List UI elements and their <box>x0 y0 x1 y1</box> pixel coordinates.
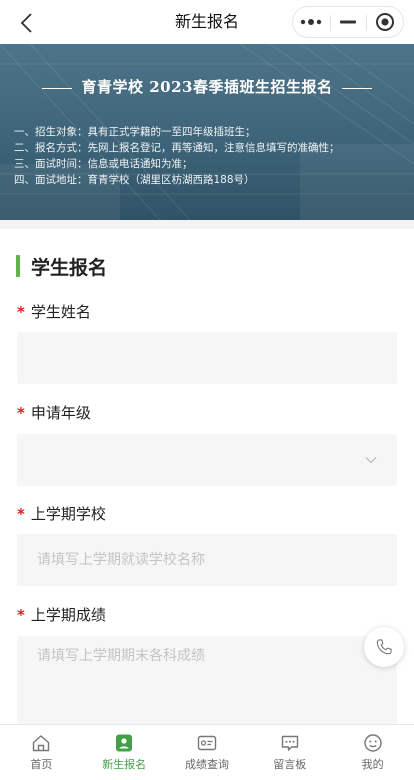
tab-label: 留言板 <box>273 758 307 771</box>
phone-icon <box>376 639 392 655</box>
more-button[interactable] <box>293 7 330 37</box>
required-mark: * <box>17 404 25 422</box>
banner-info-line: 三、面试时间：信息或电话通知为准； <box>14 158 193 170</box>
required-mark: * <box>17 606 25 624</box>
required-mark: * <box>17 303 25 321</box>
banner-title-text: 育青学校 2023春季插班生招生报名 <box>81 78 333 96</box>
section-header: 学生报名 <box>16 254 108 279</box>
tab-score-query[interactable]: 成绩查询 <box>166 725 249 780</box>
target-icon <box>375 13 394 31</box>
title-dash-left <box>41 87 72 89</box>
message-icon <box>281 735 298 751</box>
minimize-button[interactable] <box>329 7 367 37</box>
announcement-banner: 育青学校 2023春季插班生招生报名 一、招生对象：具有正式学籍的一至四年级插班… <box>0 44 414 220</box>
tab-label: 首页 <box>30 758 53 771</box>
enroll-icon <box>116 734 133 752</box>
section-accent-bar <box>16 255 20 277</box>
close-mini-program-button[interactable] <box>366 7 403 37</box>
student-name-label: * 学生姓名 <box>17 301 91 322</box>
tab-profile[interactable]: 我的 <box>331 725 414 780</box>
id-card-icon <box>197 735 217 751</box>
previous-school-label: * 上学期学校 <box>17 503 106 524</box>
section-divider <box>0 220 414 229</box>
banner-title: 育青学校 2023春季插班生招生报名 <box>0 76 414 97</box>
grade-select[interactable] <box>17 434 397 486</box>
home-icon <box>33 735 50 752</box>
tab-message-board[interactable]: 留言板 <box>248 725 331 780</box>
top-nav-bar: 新生报名 <box>0 0 414 44</box>
banner-info-line: 一、招生对象：具有正式学籍的一至四年级插班生； <box>14 126 256 138</box>
required-mark: * <box>17 505 25 523</box>
previous-school-input[interactable] <box>17 534 397 586</box>
tab-enroll[interactable]: 新生报名 <box>83 725 166 780</box>
section-title: 学生报名 <box>31 256 108 279</box>
tab-label: 成绩查询 <box>184 758 229 771</box>
tab-label: 新生报名 <box>102 758 147 771</box>
more-dots-icon <box>301 19 322 25</box>
previous-grades-label-text: 上学期成绩 <box>30 606 106 624</box>
student-name-input[interactable] <box>17 332 397 384</box>
mini-program-capsule <box>292 6 404 38</box>
call-button[interactable] <box>364 627 404 667</box>
tab-label: 我的 <box>361 758 384 771</box>
grade-label: * 申请年级 <box>17 402 91 423</box>
bottom-tab-bar: 首页 新生报名 成绩查询 留言板 我的 <box>0 724 414 780</box>
minus-icon <box>340 20 356 24</box>
previous-grades-textarea[interactable] <box>17 636 397 724</box>
chevron-down-icon <box>365 457 377 464</box>
banner-info-list: 一、招生对象：具有正式学籍的一至四年级插班生； 二、报名方式：先网上报名登记，再… <box>14 124 404 188</box>
student-name-label-text: 学生姓名 <box>30 303 91 321</box>
grade-label-text: 申请年级 <box>30 404 91 422</box>
previous-grades-label: * 上学期成绩 <box>17 604 106 625</box>
profile-icon <box>363 734 382 752</box>
title-dash-right <box>342 87 373 89</box>
banner-info-line: 四、面试地址：育青学校（湖里区枋湖西路188号） <box>14 174 255 186</box>
banner-info-line: 二、报名方式：先网上报名登记，再等通知，注意信息填写的准确性； <box>14 142 340 154</box>
previous-school-label-text: 上学期学校 <box>30 505 106 523</box>
tab-home[interactable]: 首页 <box>0 725 83 780</box>
